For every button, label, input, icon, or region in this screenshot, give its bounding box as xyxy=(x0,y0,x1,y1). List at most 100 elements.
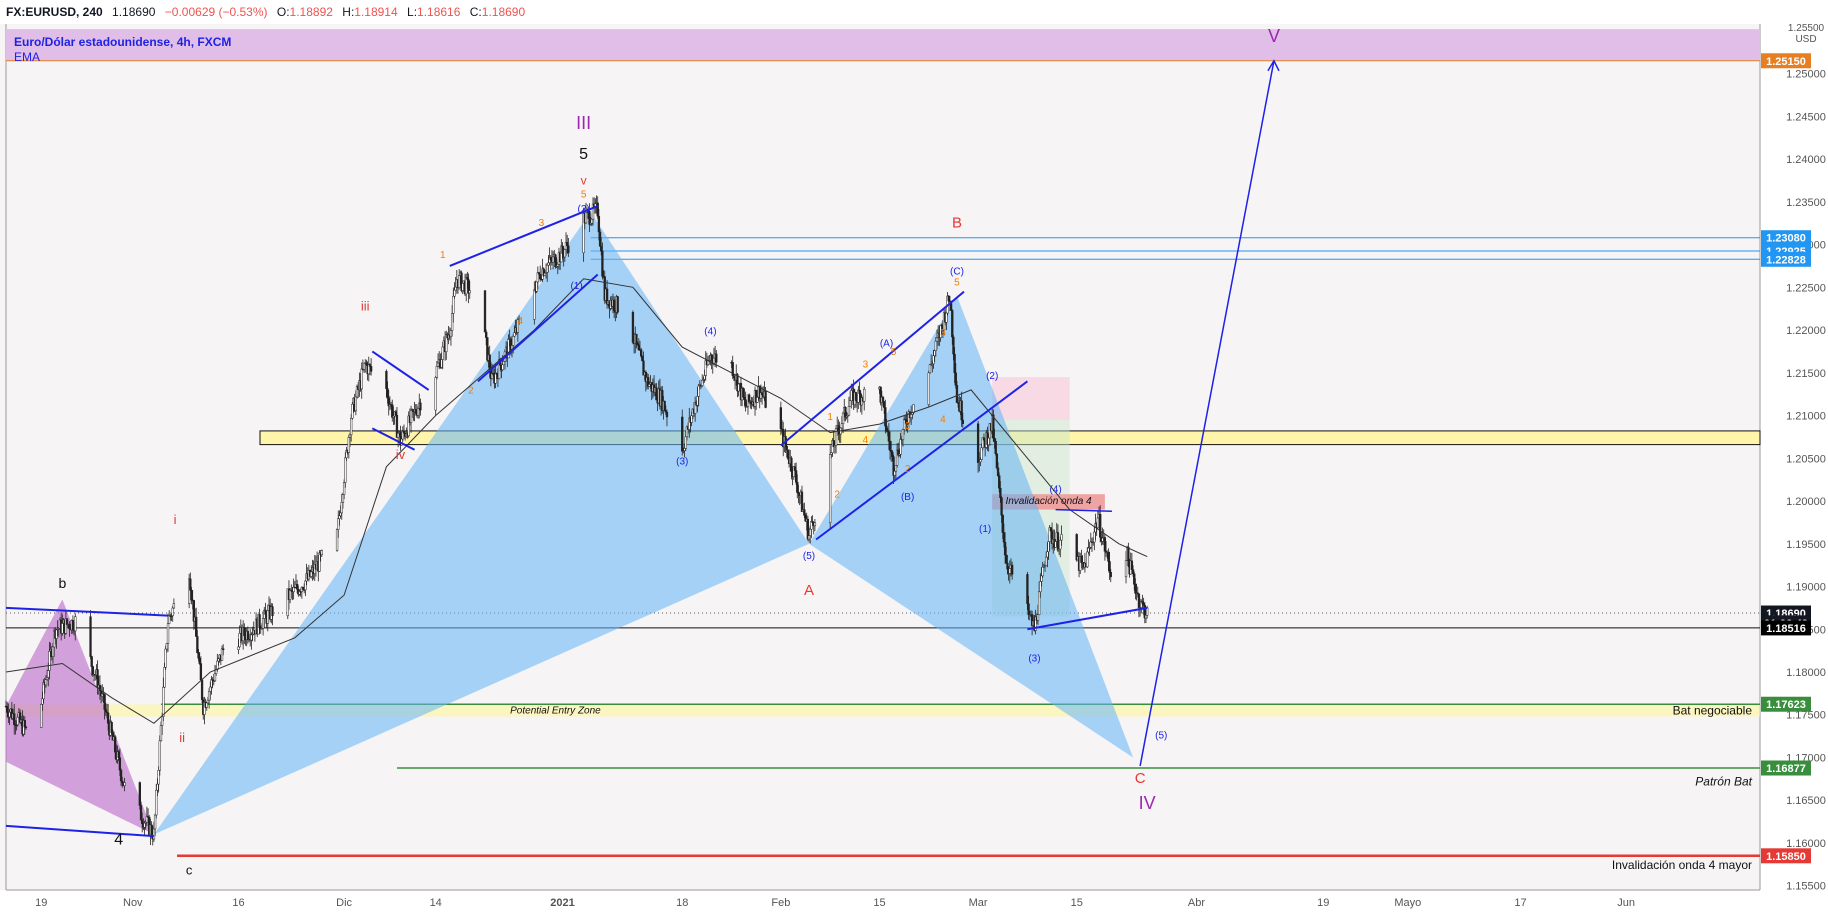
candle-body xyxy=(980,447,983,460)
candle-body xyxy=(961,419,964,425)
candle-body xyxy=(468,290,471,294)
candle-body xyxy=(803,509,806,516)
entry-zone-label: Potential Entry Zone xyxy=(510,705,601,716)
candle-body xyxy=(301,587,305,590)
high-label: H: xyxy=(342,5,355,19)
candle-body xyxy=(310,571,313,577)
candle-body xyxy=(47,670,50,678)
candle-body xyxy=(197,652,200,659)
candle-body xyxy=(566,241,569,247)
candle-body xyxy=(848,400,852,407)
candle-body xyxy=(863,388,866,402)
candle-body xyxy=(1075,534,1078,561)
candle-body xyxy=(217,658,220,662)
price-tick: 1.21500 xyxy=(1786,368,1826,380)
candle-body xyxy=(697,385,700,397)
candle-body xyxy=(118,757,122,771)
candle-body xyxy=(394,411,397,416)
candle-body xyxy=(501,364,504,371)
candle-body xyxy=(543,272,547,276)
candle-body xyxy=(452,295,455,314)
price-label: 1.16877 xyxy=(1766,763,1806,775)
legend-indicator[interactable]: EMA xyxy=(14,50,40,64)
price-tick: 1.24000 xyxy=(1786,154,1826,166)
candle-body xyxy=(117,751,120,758)
time-axis-background[interactable] xyxy=(0,890,1828,917)
candle-body xyxy=(800,491,804,512)
candle-body xyxy=(65,618,69,625)
candle-body xyxy=(369,366,373,372)
candle-body xyxy=(546,264,549,273)
candle-body xyxy=(885,425,888,431)
candle-body xyxy=(1131,569,1135,575)
candle-body xyxy=(703,375,706,380)
candle-body xyxy=(210,679,213,688)
candle-body xyxy=(554,254,557,268)
candle-body xyxy=(1010,564,1014,575)
candle-body xyxy=(1137,593,1141,609)
candle-body xyxy=(631,311,635,343)
low-value: 1.18616 xyxy=(417,5,461,19)
wave-label: III xyxy=(576,113,591,133)
price-label: 1.23080 xyxy=(1766,233,1806,245)
high-value: 1.18914 xyxy=(354,5,398,19)
candle-body xyxy=(953,353,956,374)
candle-body xyxy=(840,423,844,429)
candle-body xyxy=(139,805,143,821)
candle-body xyxy=(160,716,164,726)
major-invalidation-label: Invalidación onda 4 mayor xyxy=(1612,858,1752,872)
time-tick: 14 xyxy=(430,897,442,909)
candle-body xyxy=(947,295,950,302)
candle-body xyxy=(164,648,167,668)
wave-label: 4 xyxy=(863,435,869,446)
price-tick: 1.21000 xyxy=(1786,411,1826,423)
wave-label: 4 xyxy=(114,832,123,849)
candle-body xyxy=(13,713,16,725)
wave-label: v xyxy=(581,174,587,188)
candle-body xyxy=(1108,561,1111,573)
candle-body xyxy=(1001,514,1004,533)
candle-body xyxy=(483,290,487,333)
price-change: −0.00629 (−0.53%) xyxy=(164,5,268,19)
wave-label: (5) xyxy=(1155,731,1167,742)
candle-body xyxy=(744,399,747,408)
wave-label: (3) xyxy=(1028,654,1040,665)
candle-body xyxy=(261,618,265,629)
candle-body xyxy=(556,264,559,267)
candle-body xyxy=(1127,546,1130,561)
price-tick: 1.16500 xyxy=(1786,795,1826,807)
candle-body xyxy=(237,646,240,650)
candle-body xyxy=(1049,527,1053,532)
candle-body xyxy=(341,494,345,503)
candle-body xyxy=(596,202,599,217)
time-tick: Mar xyxy=(969,897,988,909)
wave-label: (4) xyxy=(704,326,716,337)
candle-body xyxy=(89,616,92,657)
candle-body xyxy=(1107,552,1110,562)
candle-body xyxy=(1086,551,1089,568)
wave-label: 5 xyxy=(579,146,588,163)
candle-body xyxy=(250,634,253,641)
price-chart[interactable]: III5v5(2)31(1)42iiiiviiib4c(4)(3)(5)A(A)… xyxy=(0,24,1828,917)
candle-body xyxy=(779,407,783,430)
candle-body xyxy=(1039,581,1042,593)
candle-body xyxy=(982,437,986,441)
candle-body xyxy=(40,704,43,728)
candle-body xyxy=(547,262,550,266)
symbol-label[interactable]: FX:EURUSD, 240 xyxy=(6,5,103,19)
time-tick: Mayo xyxy=(1394,897,1421,909)
candle-body xyxy=(841,412,845,424)
candle-body xyxy=(114,736,117,753)
candle-body xyxy=(1045,556,1048,566)
candle-body xyxy=(1005,554,1008,564)
candle-body xyxy=(1056,532,1060,551)
candle-body xyxy=(168,615,171,624)
time-tick: Abr xyxy=(1188,897,1205,909)
wave-label: V xyxy=(1268,26,1280,46)
candle-body xyxy=(199,663,203,681)
candle-body xyxy=(461,283,464,291)
candle-body xyxy=(927,372,930,405)
invalidation-wave4-label: Invalidación onda 4 xyxy=(1005,496,1092,507)
candle-body xyxy=(195,616,198,637)
candle-body xyxy=(551,256,555,263)
